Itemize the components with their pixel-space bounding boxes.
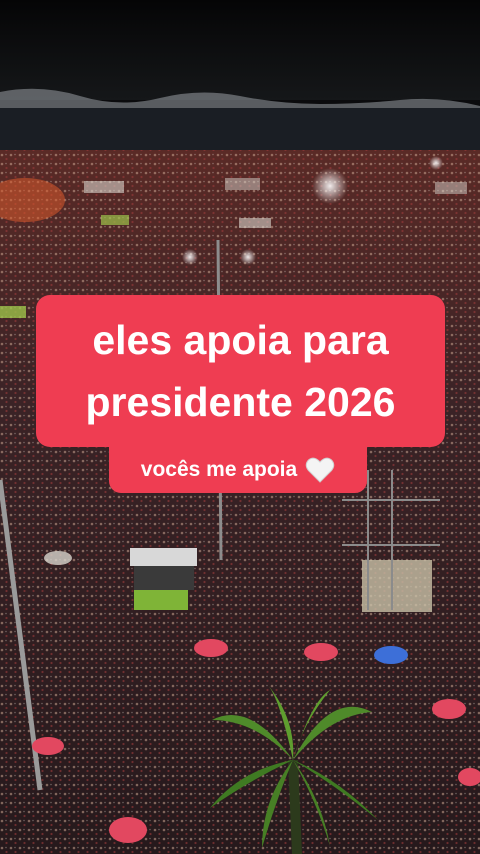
caption-sub-box: vocês me apoia <box>109 447 367 493</box>
caption-main-box: eles apoia para presidente 2026 <box>36 295 445 447</box>
caption-line-2: presidente 2026 <box>85 379 396 425</box>
caption-line-1: eles apoia para <box>92 317 389 363</box>
night-sky <box>0 0 480 100</box>
stage-truck <box>130 548 197 566</box>
white-heart-icon <box>305 456 335 484</box>
caption-sub-text: vocês me apoia <box>140 458 298 481</box>
